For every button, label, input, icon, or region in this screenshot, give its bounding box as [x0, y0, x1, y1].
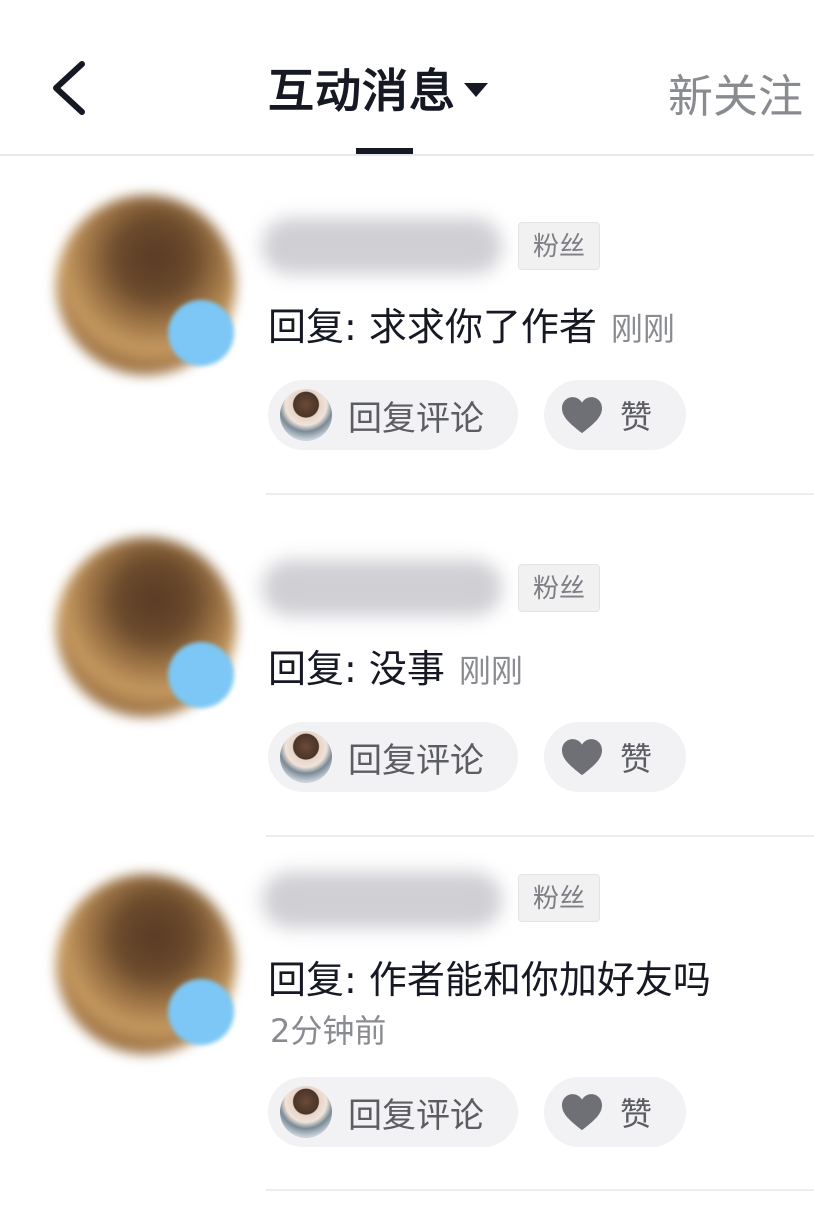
- like-label: 赞: [620, 1095, 653, 1133]
- like-button[interactable]: 赞: [544, 1077, 686, 1147]
- reply-comment-label: 回复评论: [348, 1095, 484, 1136]
- avatar-badge-icon: [168, 979, 234, 1045]
- fan-badge: 粉丝: [518, 222, 600, 270]
- timestamp: 2分钟前: [270, 1012, 387, 1050]
- username-blurred[interactable]: [262, 560, 502, 616]
- reply-content: 回复: 作者能和你加好友吗: [268, 958, 711, 1002]
- reply-comment-button[interactable]: 回复评论: [268, 1077, 518, 1147]
- username-blurred[interactable]: [262, 218, 502, 274]
- heart-icon: [562, 1094, 602, 1131]
- username-blurred[interactable]: [262, 872, 502, 928]
- reply-text: 回复: 作者能和你加好友吗: [268, 949, 711, 1004]
- list-item[interactable]: 粉丝 回复: 作者能和你加好友吗 回复评论 赞: [0, 652, 814, 1147]
- my-avatar: [280, 1086, 332, 1138]
- item-divider: [266, 1189, 814, 1191]
- list-item[interactable]: 粉丝 回复: 没事 刚刚 回复评论 赞: [0, 342, 814, 792]
- fan-badge: 粉丝: [518, 564, 600, 612]
- list-item[interactable]: 粉丝 回复: 求求你了作者 刚刚 回复评论 赞: [0, 0, 814, 450]
- fan-badge: 粉丝: [518, 874, 600, 922]
